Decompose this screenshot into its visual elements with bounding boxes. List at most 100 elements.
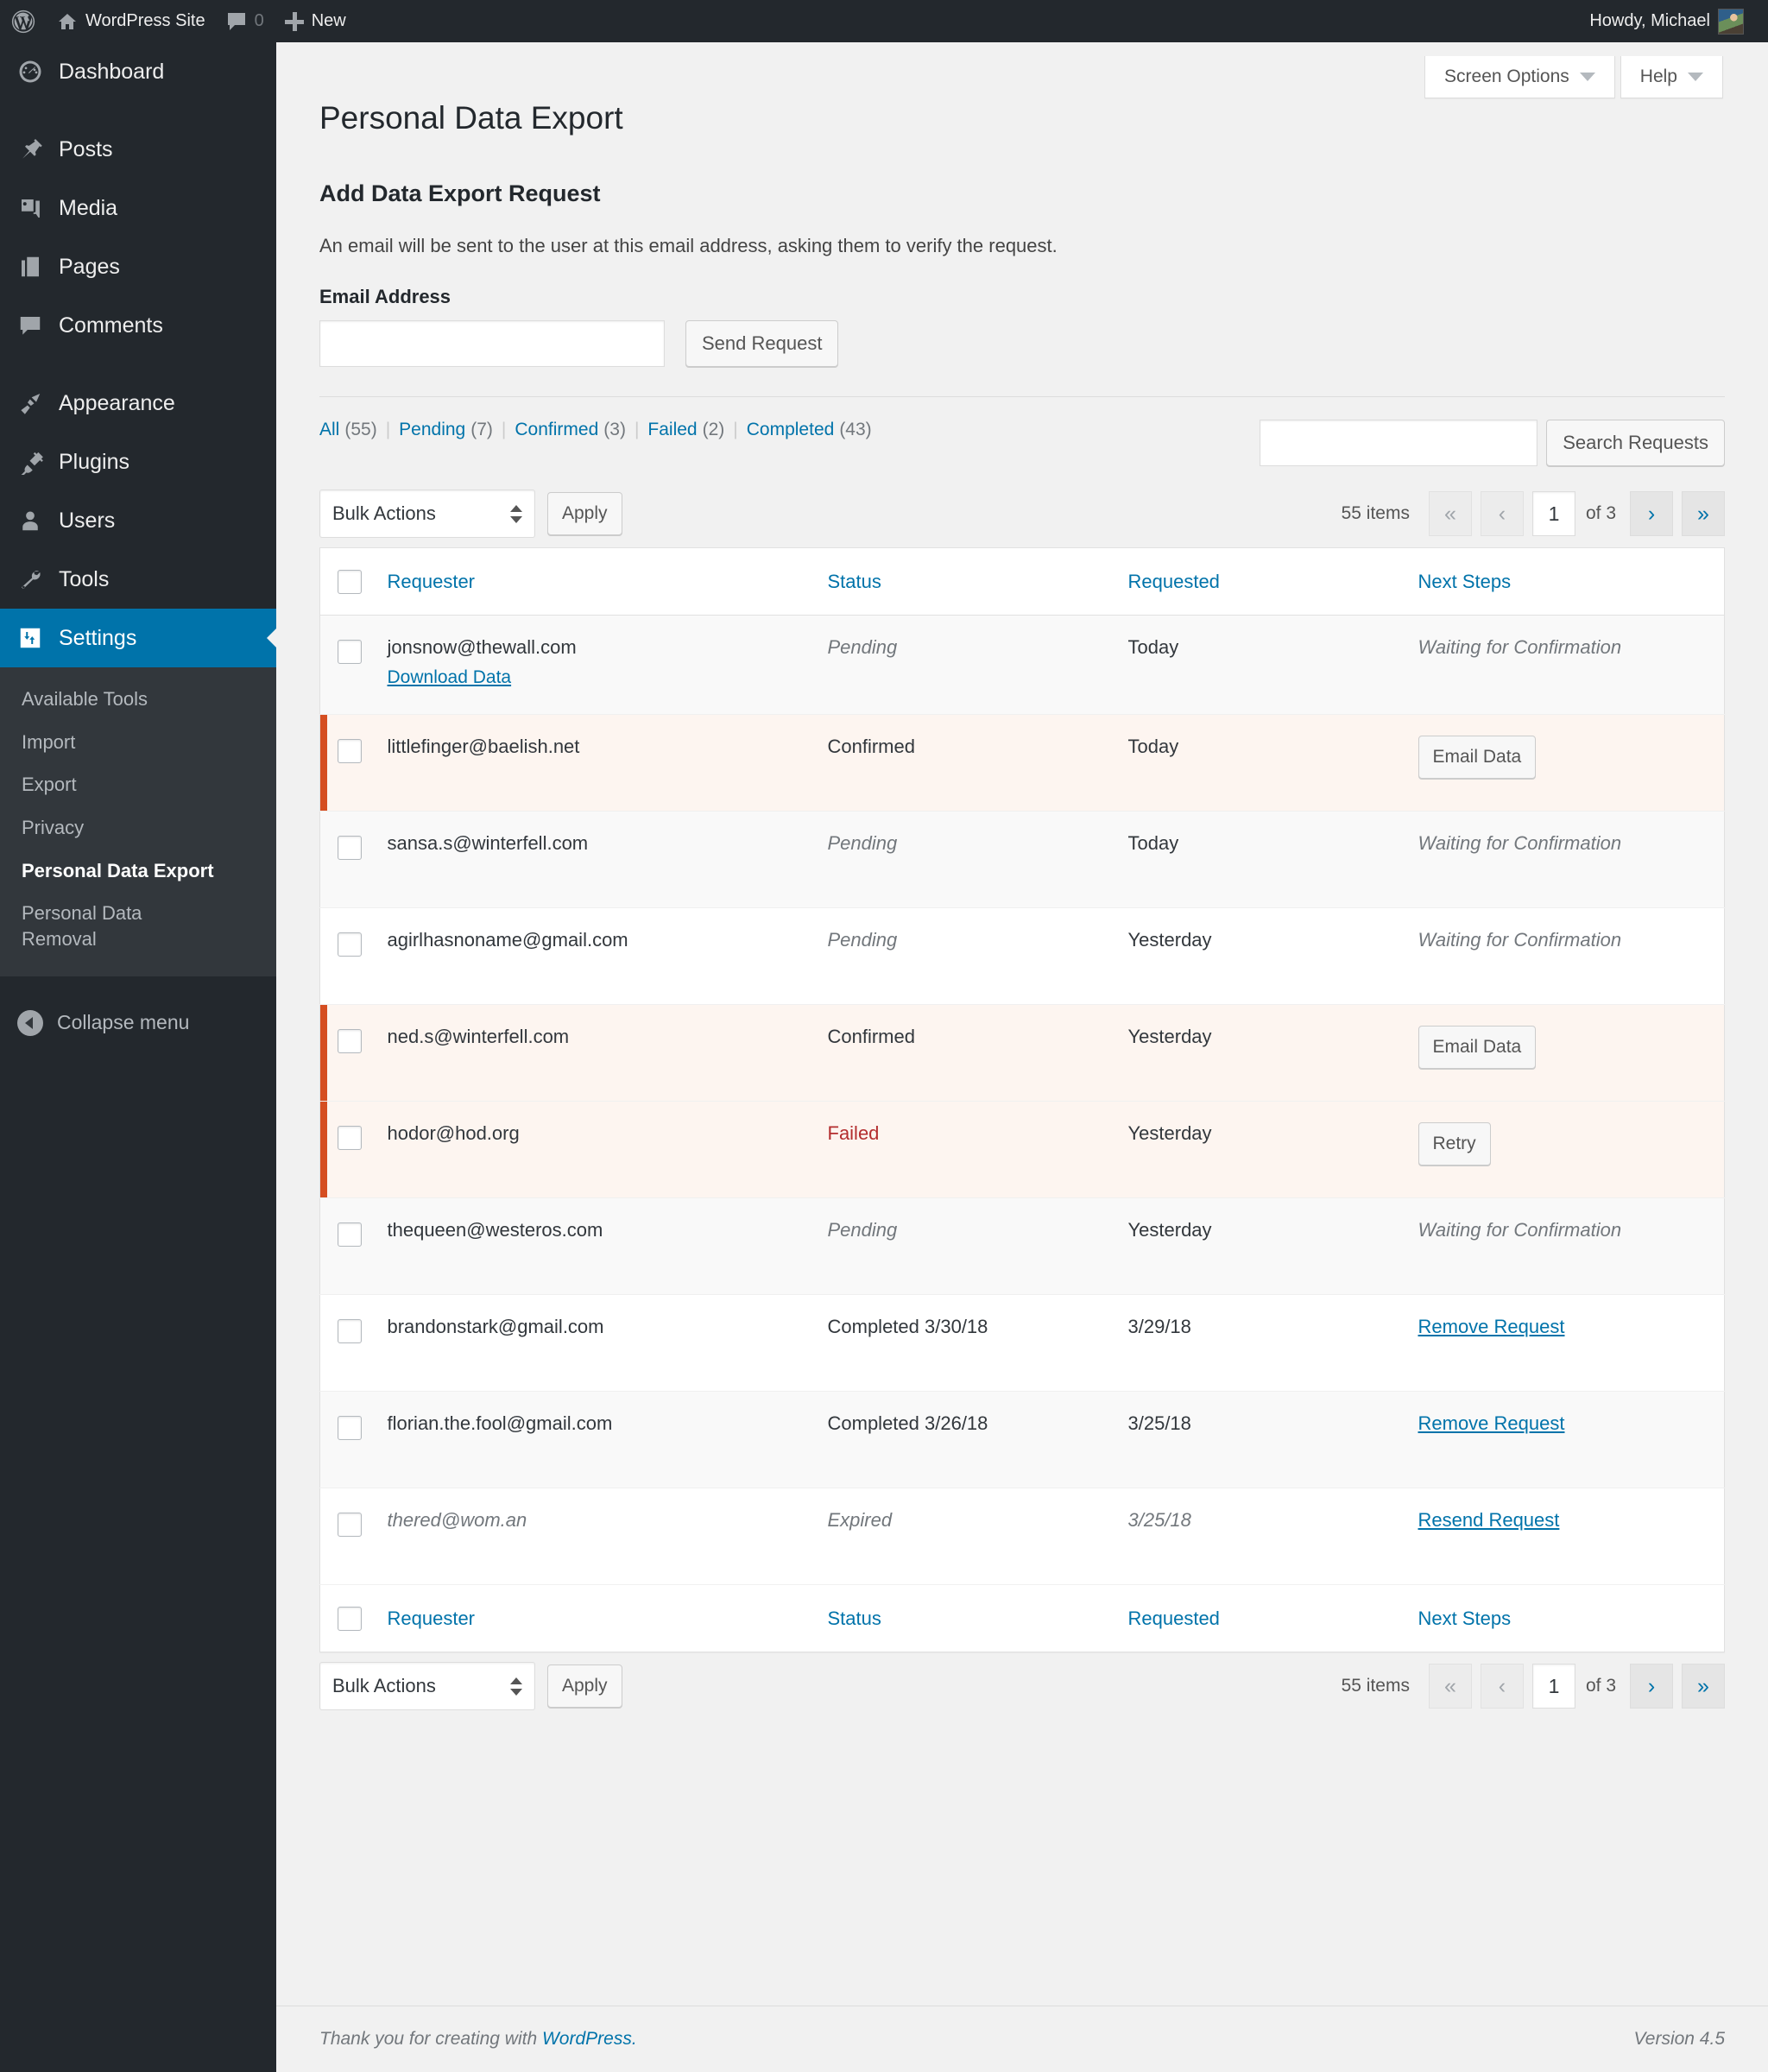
cell-requester: sansa.s@winterfell.com <box>388 812 828 908</box>
my-account-menu[interactable]: Howdy, Michael <box>1579 0 1754 42</box>
filter-completed-link[interactable]: Completed <box>747 420 835 440</box>
wordpress-link[interactable]: WordPress. <box>542 2029 637 2049</box>
screen-options-button[interactable]: Screen Options <box>1424 56 1615 98</box>
filter-pending-link[interactable]: Pending <box>399 420 465 440</box>
filter-confirmed[interactable]: Confirmed (3) | <box>515 420 647 440</box>
row-checkbox[interactable] <box>338 932 362 957</box>
table-row: littlefinger@baelish.net Confirmed Today Em… <box>319 714 1725 812</box>
sidebar-item-media[interactable]: Media <box>0 179 276 237</box>
row-checkbox[interactable] <box>338 1319 362 1344</box>
sidebar-item-dashboard[interactable]: Dashboard <box>0 42 276 101</box>
table-body: jonsnow@thewall.com Download Data Pending T… <box>319 615 1725 1585</box>
total-pages-top: of 3 <box>1585 503 1616 524</box>
cell-requester: thered@wom.an <box>388 1488 828 1585</box>
requested-date: Yesterday <box>1127 1122 1212 1145</box>
cell-next-steps: Waiting for Confirmation <box>1418 1198 1725 1295</box>
remove-request-link[interactable]: Remove Request <box>1418 1316 1565 1337</box>
row-checkbox[interactable] <box>338 1513 362 1538</box>
row-checkbox[interactable] <box>338 739 362 764</box>
wp-logo-menu[interactable] <box>0 0 47 42</box>
help-button[interactable]: Help <box>1620 56 1723 98</box>
search-input[interactable] <box>1260 420 1538 467</box>
email-data-button[interactable]: Email Data <box>1418 736 1537 780</box>
sidebar-subitem-personal-data-removal[interactable]: Personal Data Removal <box>0 892 186 960</box>
comments-menu[interactable]: 0 <box>216 0 275 42</box>
send-request-button[interactable]: Send Request <box>685 320 839 368</box>
footer-version: Version 4.5 <box>1633 2029 1725 2049</box>
search-requests-button[interactable]: Search Requests <box>1546 420 1725 467</box>
column-footer-next-steps[interactable]: Next Steps <box>1418 1584 1725 1652</box>
sidebar-item-label: Users <box>59 508 116 533</box>
row-checkbox[interactable] <box>338 1222 362 1248</box>
row-checkbox-cell <box>320 1005 388 1102</box>
row-checkbox[interactable] <box>338 836 362 861</box>
column-header-status[interactable]: Status <box>827 547 1128 616</box>
sidebar-subitem-import[interactable]: Import <box>0 721 276 764</box>
apply-button-top[interactable]: Apply <box>547 492 622 536</box>
column-footer-requested[interactable]: Requested <box>1127 1584 1418 1652</box>
current-page-input-top[interactable]: 1 <box>1531 491 1575 537</box>
next-page-button-bottom[interactable]: › <box>1630 1664 1673 1709</box>
download-data-link[interactable]: Download Data <box>388 667 512 688</box>
current-page-input-bottom[interactable]: 1 <box>1531 1664 1575 1709</box>
select-all-checkbox-top[interactable] <box>338 569 362 594</box>
row-checkbox[interactable] <box>338 1126 362 1151</box>
filter-failed[interactable]: Failed (2) | <box>647 420 746 440</box>
table-row: thequeen@westeros.com Pending Yesterday Wai… <box>319 1197 1725 1295</box>
cell-requester: hodor@hod.org <box>388 1102 828 1198</box>
requester-email: sansa.s@winterfell.com <box>387 832 589 855</box>
remove-request-link[interactable]: Remove Request <box>1418 1412 1565 1434</box>
sidebar-item-users[interactable]: Users <box>0 491 276 550</box>
collapse-arrow-icon <box>17 1009 43 1036</box>
sidebar-item-appearance[interactable]: Appearance <box>0 374 276 433</box>
filter-failed-link[interactable]: Failed <box>647 420 697 440</box>
filters-and-search: All (55) | Pending (7) | Confirmed (3) |… <box>319 420 1725 480</box>
bulk-actions-select-top[interactable]: Bulk Actions <box>319 490 535 539</box>
site-name-menu[interactable]: WordPress Site <box>47 0 216 42</box>
sidebar-subitem-privacy[interactable]: Privacy <box>0 806 276 850</box>
resend-request-link[interactable]: Resend Request <box>1418 1509 1560 1531</box>
help-label: Help <box>1639 66 1677 86</box>
apply-button-bottom[interactable]: Apply <box>547 1665 622 1709</box>
select-all-checkbox-bottom[interactable] <box>338 1606 362 1631</box>
row-checkbox[interactable] <box>338 1416 362 1441</box>
tablenav-bottom: Bulk Actions Apply 55 items « ‹ 1 of 3 ›… <box>319 1652 1725 1720</box>
last-page-button-top[interactable]: » <box>1682 491 1725 537</box>
comment-bubble-icon <box>227 12 245 30</box>
new-content-menu[interactable]: New <box>275 0 357 42</box>
sidebar-subitem-export[interactable]: Export <box>0 763 276 806</box>
column-header-next-steps[interactable]: Next Steps <box>1418 547 1725 616</box>
email-address-input[interactable] <box>319 320 665 368</box>
filter-pending[interactable]: Pending (7) | <box>399 420 515 440</box>
site-name-label: WordPress Site <box>85 11 205 30</box>
status-badge: Expired <box>827 1509 893 1532</box>
cell-requested: 3/25/18 <box>1128 1392 1418 1488</box>
column-header-requester[interactable]: Requester <box>387 547 828 616</box>
filter-completed[interactable]: Completed (43) <box>747 420 872 440</box>
collapse-menu-button[interactable]: Collapse menu <box>0 992 276 1054</box>
sidebar-item-pages[interactable]: Pages <box>0 237 276 296</box>
column-footer-requester[interactable]: Requester <box>387 1584 828 1652</box>
column-header-requested[interactable]: Requested <box>1127 547 1418 616</box>
bulk-actions-select-bottom[interactable]: Bulk Actions <box>319 1662 535 1711</box>
sidebar-subitem-available-tools[interactable]: Available Tools <box>0 678 276 721</box>
displaying-num-bottom: 55 items <box>1341 1676 1410 1696</box>
sidebar-item-tools[interactable]: Tools <box>0 550 276 609</box>
filter-all[interactable]: All (55) | <box>319 420 399 440</box>
next-page-button-top[interactable]: › <box>1630 491 1673 537</box>
filter-confirmed-link[interactable]: Confirmed <box>515 420 598 440</box>
row-checkbox[interactable] <box>338 1029 362 1054</box>
sidebar-item-posts[interactable]: Posts <box>0 120 276 179</box>
row-checkbox[interactable] <box>338 640 362 665</box>
filter-all-link[interactable]: All <box>319 420 339 440</box>
admin-sidebar: Dashboard Posts Media Pages Comments App… <box>0 42 277 2072</box>
sidebar-item-comments[interactable]: Comments <box>0 296 276 355</box>
cell-requester: thequeen@westeros.com <box>388 1198 828 1295</box>
column-footer-status[interactable]: Status <box>827 1584 1128 1652</box>
email-data-button[interactable]: Email Data <box>1418 1026 1537 1070</box>
retry-button[interactable]: Retry <box>1418 1122 1491 1166</box>
sidebar-item-plugins[interactable]: Plugins <box>0 433 276 491</box>
sidebar-item-settings[interactable]: Settings <box>0 609 277 667</box>
sidebar-subitem-personal-data-export[interactable]: Personal Data Export <box>0 850 276 893</box>
last-page-button-bottom[interactable]: » <box>1682 1664 1725 1709</box>
